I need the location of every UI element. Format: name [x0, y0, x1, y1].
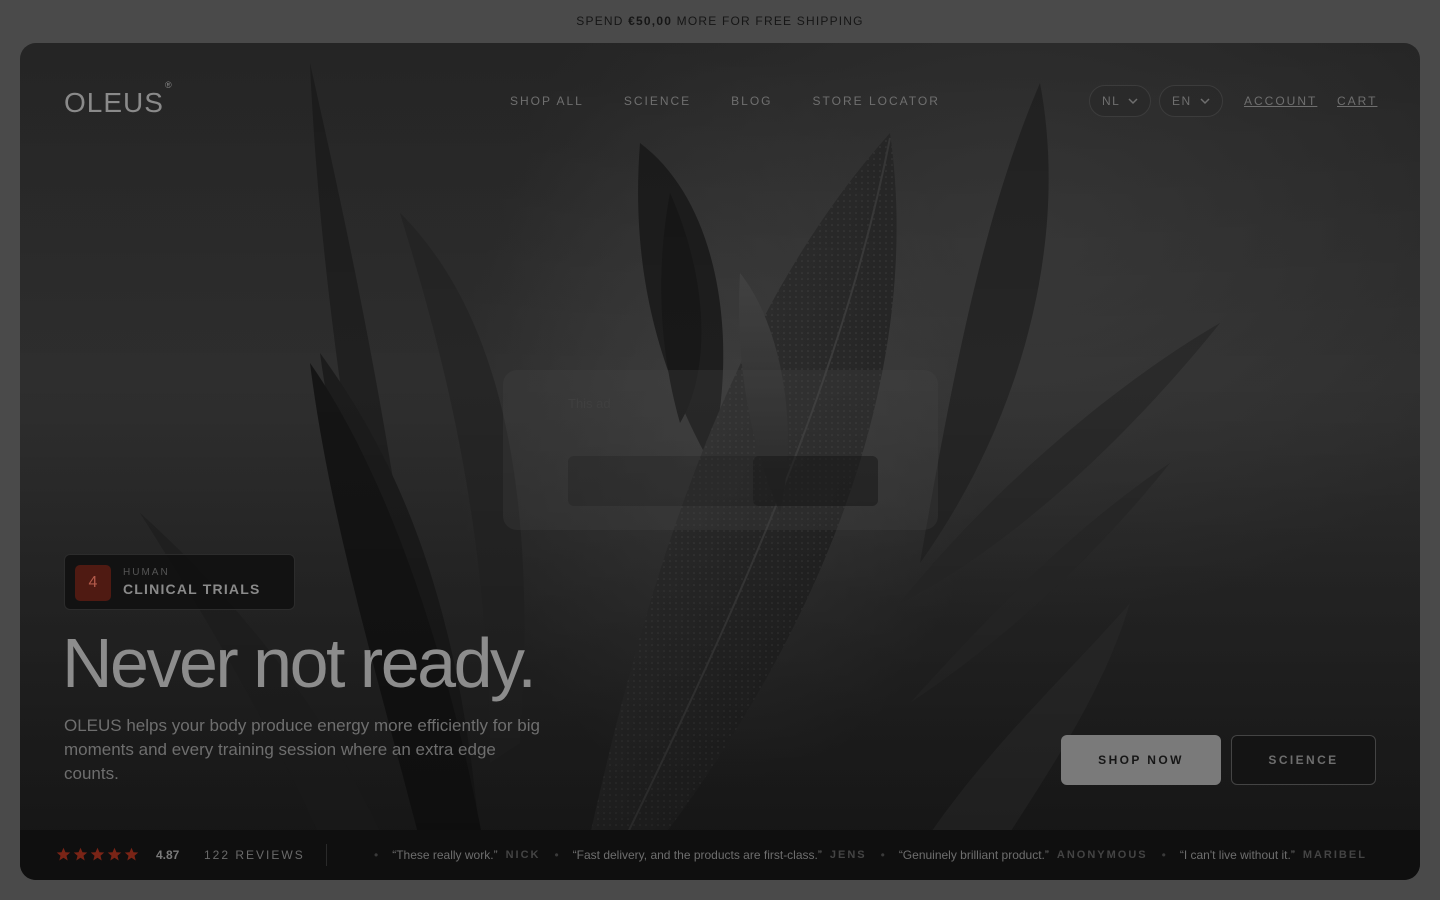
clinical-trials-badge: 4 HUMAN CLINICAL TRIALS: [64, 554, 295, 610]
ticker-dot: •: [554, 848, 559, 862]
nav-shop-all[interactable]: SHOP ALL: [510, 94, 584, 108]
country-selector[interactable]: NL: [1089, 85, 1152, 117]
cart-link[interactable]: CART: [1337, 94, 1377, 108]
rating-score: 4.87: [156, 848, 180, 862]
popup-text: This ad: [568, 396, 611, 411]
star-icon: [107, 847, 122, 861]
review-ticker: • “These really work.” NICK • “Fast deli…: [360, 848, 1367, 862]
review-count[interactable]: 122 REVIEWS: [204, 848, 305, 862]
ticker-dot: •: [374, 848, 379, 862]
review-author: JENS: [829, 849, 867, 861]
star-rating: [56, 847, 139, 862]
nav-science[interactable]: SCIENCE: [624, 94, 691, 108]
announcement-suffix: MORE FOR FREE SHIPPING: [676, 14, 864, 28]
brand-logo[interactable]: OLEUS®: [64, 80, 173, 119]
badge-label-main: CLINICAL TRIALS: [123, 581, 261, 597]
announcement-prefix: SPEND: [576, 14, 624, 28]
star-icon: [73, 847, 88, 861]
review-quote: “I can't live without it.”: [1179, 848, 1295, 862]
review-author: NICK: [505, 849, 541, 861]
review-author: MARIBEL: [1302, 849, 1367, 861]
hero-headline: Never not ready.: [62, 624, 537, 702]
language-value: EN: [1172, 94, 1192, 108]
review-quote: “Fast delivery, and the products are fir…: [572, 848, 822, 862]
trademark-mark: ®: [164, 79, 173, 90]
review-quote: “Genuinely brilliant product.”: [898, 848, 1049, 862]
faded-popup: This ad: [503, 370, 938, 530]
hero-subcopy: OLEUS helps your body produce energy mor…: [64, 716, 540, 783]
divider: [326, 844, 327, 866]
badge-label-top: HUMAN: [123, 567, 170, 578]
star-icon: [56, 847, 71, 861]
announcement-bar: SPEND €50,00 MORE FOR FREE SHIPPING: [0, 0, 1440, 42]
ticker-dot: •: [1161, 848, 1166, 862]
review-quote: “These really work.”: [392, 848, 498, 862]
ticker-dot: •: [880, 848, 885, 862]
popup-button: [753, 456, 878, 506]
star-icon: [124, 847, 139, 861]
announcement-amount: €50,00: [628, 14, 673, 28]
chevron-down-icon: [1128, 98, 1138, 105]
reviews-bar: 4.87 122 REVIEWS • “These really work.” …: [20, 830, 1420, 880]
nav-blog[interactable]: BLOG: [731, 94, 772, 108]
country-value: NL: [1102, 94, 1121, 108]
star-icon: [90, 847, 105, 861]
trial-count: 4: [75, 565, 111, 601]
nav-store-locator[interactable]: STORE LOCATOR: [813, 94, 940, 108]
review-author: ANONYMOUS: [1056, 849, 1148, 861]
science-button[interactable]: SCIENCE: [1231, 735, 1376, 785]
main-nav: SHOP ALL SCIENCE BLOG STORE LOCATOR: [510, 94, 940, 108]
hero-section: OLEUS® SHOP ALL SCIENCE BLOG STORE LOCAT…: [20, 43, 1420, 880]
shop-now-button[interactable]: SHOP NOW: [1061, 735, 1221, 785]
language-selector[interactable]: EN: [1159, 85, 1223, 117]
chevron-down-icon: [1200, 98, 1210, 105]
account-link[interactable]: ACCOUNT: [1244, 94, 1317, 108]
brand-name: OLEUS: [64, 87, 164, 118]
